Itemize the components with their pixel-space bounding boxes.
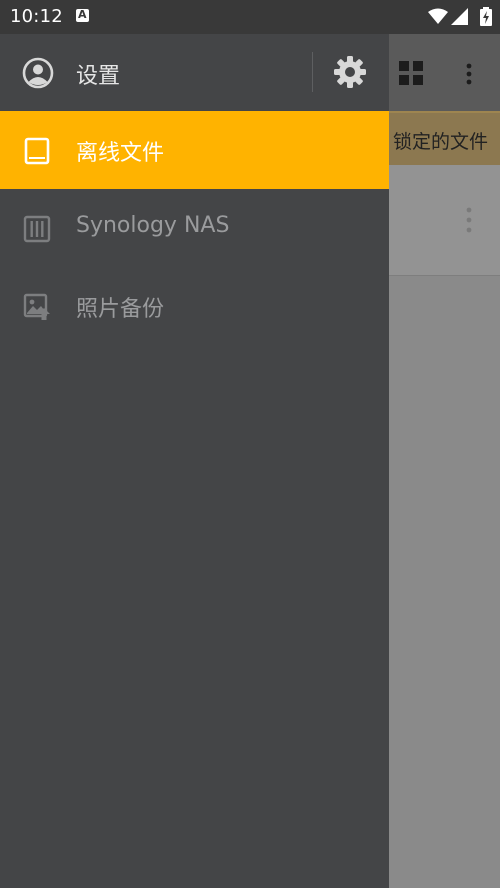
- list-item[interactable]: [389, 165, 500, 276]
- tablet-icon: [24, 137, 50, 165]
- background-page: 锁定的文件: [389, 34, 500, 888]
- locked-files-text: 锁定的文件: [393, 131, 489, 153]
- more-vert-icon[interactable]: [465, 63, 473, 85]
- status-bar: 10:12: [0, 0, 500, 34]
- more-vert-icon[interactable]: [465, 207, 473, 233]
- navigation-drawer: 设置 离线文件 Synology NAS 照片备份: [0, 34, 389, 888]
- account-icon[interactable]: [22, 57, 54, 89]
- drawer-item-offline-files[interactable]: 离线文件: [0, 111, 389, 189]
- drawer-item-photo-backup[interactable]: 照片备份: [0, 267, 389, 345]
- battery-charging-icon: [480, 7, 492, 26]
- signal-icon: [451, 8, 468, 25]
- header-divider: [312, 52, 313, 92]
- status-time: 10:12: [10, 6, 63, 27]
- nas-icon: [23, 215, 51, 243]
- drawer-item-label: 照片备份: [76, 297, 165, 322]
- notification-app-icon: [76, 8, 89, 22]
- drawer-header: 设置: [0, 34, 389, 111]
- drawer-item-label: 离线文件: [76, 141, 165, 166]
- grid-view-icon[interactable]: [399, 61, 423, 85]
- wifi-icon: [428, 8, 448, 24]
- photo-backup-icon: [23, 293, 50, 320]
- locked-files-banner[interactable]: 锁定的文件: [389, 111, 500, 165]
- gear-icon[interactable]: [333, 55, 367, 89]
- drawer-item-label: Synology NAS: [76, 213, 230, 238]
- drawer-item-synology-nas[interactable]: Synology NAS: [0, 189, 389, 267]
- background-toolbar: [389, 34, 500, 111]
- settings-label[interactable]: 设置: [76, 58, 120, 90]
